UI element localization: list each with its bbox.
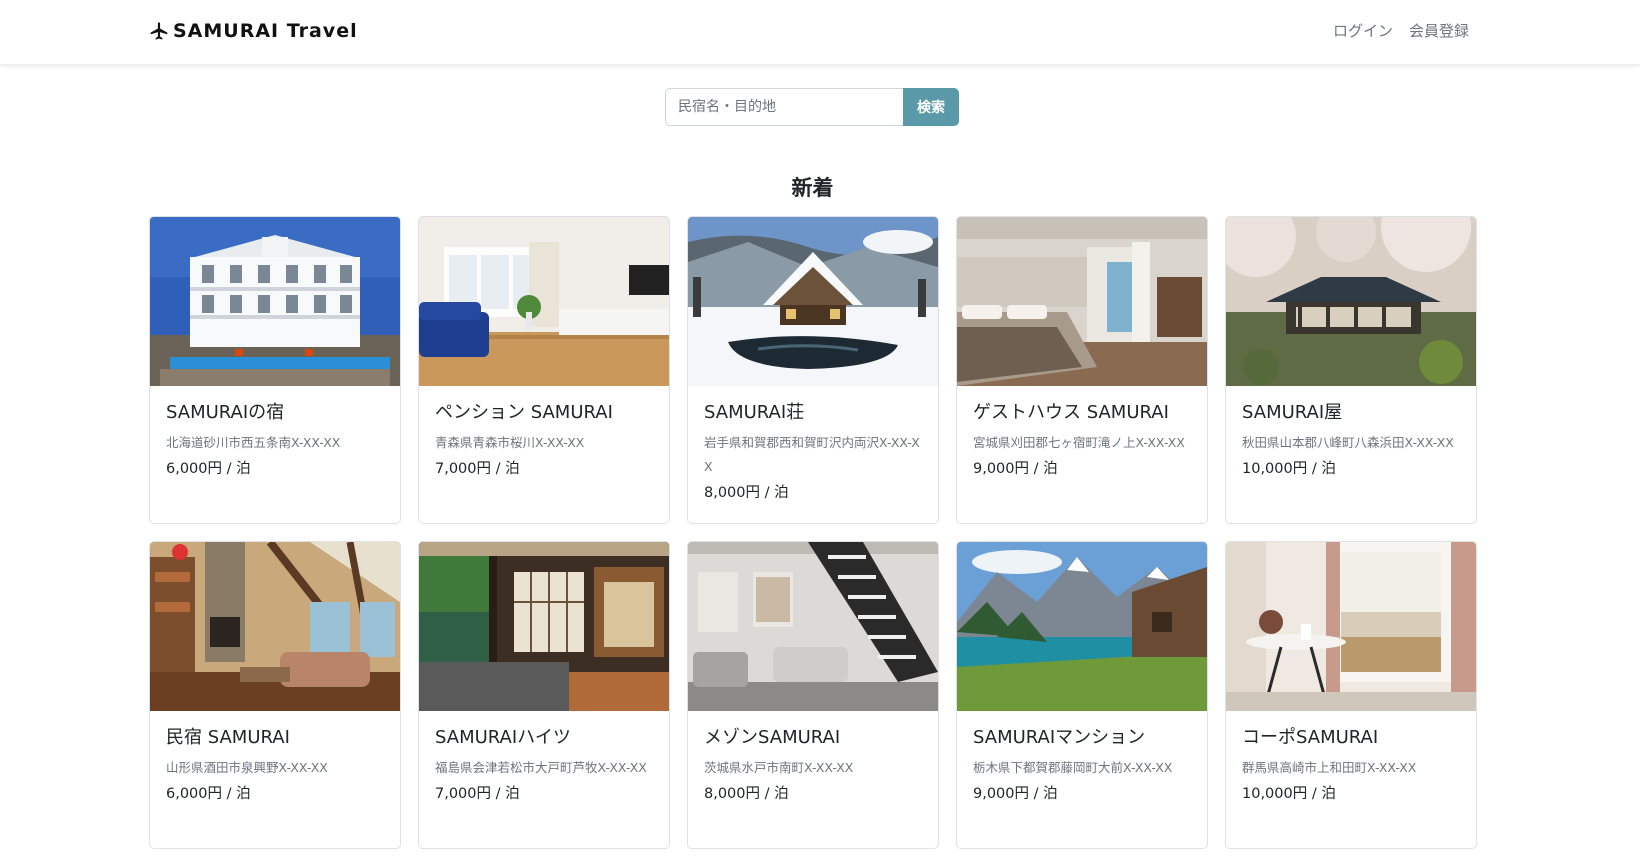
inn-price: 8,000円 / 泊 <box>704 485 789 501</box>
brand-logo[interactable]: SAMURAI Travel <box>149 18 358 44</box>
card-body: SAMURAI屋 秋田県山本郡八峰町八森浜田X-XX-XX 10,000円 / … <box>1226 386 1476 495</box>
inn-name[interactable]: SAMURAI荘 <box>704 400 922 426</box>
inn-name[interactable]: 民宿 SAMURAI <box>166 725 384 751</box>
search-input[interactable] <box>665 88 903 126</box>
inn-name[interactable]: メゾンSAMURAI <box>704 725 922 751</box>
airplane-icon <box>150 22 168 40</box>
inn-photo[interactable] <box>419 542 669 711</box>
inn-name[interactable]: ペンション SAMURAI <box>435 400 653 426</box>
card-body: SAMURAIハイツ 福島県会津若松市大戸町芦牧X-XX-XX 7,000円 /… <box>419 711 669 820</box>
inn-card[interactable]: コーポSAMURAI 群馬県高崎市上和田町X-XX-XX 10,000円 / 泊 <box>1225 541 1477 849</box>
inn-address: 北海道砂川市西五条南X-XX-XX <box>166 435 341 450</box>
inn-card[interactable]: SAMURAIの宿 北海道砂川市西五条南X-XX-XX 6,000円 / 泊 <box>149 216 401 524</box>
inn-photo[interactable] <box>688 217 938 386</box>
inn-name[interactable]: ゲストハウス SAMURAI <box>973 400 1191 426</box>
inn-price: 7,000円 / 泊 <box>435 461 520 477</box>
card-body: コーポSAMURAI 群馬県高崎市上和田町X-XX-XX 10,000円 / 泊 <box>1226 711 1476 820</box>
inn-price: 9,000円 / 泊 <box>973 786 1058 802</box>
inn-address: 栃木県下都賀郡藤岡町大前X-XX-XX <box>973 760 1173 775</box>
inn-photo[interactable] <box>150 217 400 386</box>
nav-links: ログイン 会員登録 <box>1333 20 1469 42</box>
inn-name[interactable]: コーポSAMURAI <box>1242 725 1460 751</box>
search-button[interactable]: 検索 <box>903 88 959 126</box>
inn-price: 8,000円 / 泊 <box>704 786 789 802</box>
inn-photo[interactable] <box>1226 217 1476 386</box>
section-title: 新着 <box>791 176 834 200</box>
navbar: SAMURAI Travel ログイン 会員登録 <box>0 0 1640 65</box>
inn-name[interactable]: SAMURAI屋 <box>1242 400 1460 426</box>
inn-card[interactable]: SAMURAIマンション 栃木県下都賀郡藤岡町大前X-XX-XX 9,000円 … <box>956 541 1208 849</box>
inn-address: 宮城県刈田郡七ヶ宿町滝ノ上X-XX-XX <box>973 435 1185 450</box>
login-link[interactable]: ログイン <box>1333 20 1393 42</box>
card-body: メゾンSAMURAI 茨城県水戸市南町X-XX-XX 8,000円 / 泊 <box>688 711 938 820</box>
inn-price: 10,000円 / 泊 <box>1242 461 1336 477</box>
inn-card[interactable]: 民宿 SAMURAI 山形県酒田市泉興野X-XX-XX 6,000円 / 泊 <box>149 541 401 849</box>
card-body: SAMURAIマンション 栃木県下都賀郡藤岡町大前X-XX-XX 9,000円 … <box>957 711 1207 820</box>
inn-photo[interactable] <box>419 217 669 386</box>
inn-photo[interactable] <box>688 542 938 711</box>
inn-card[interactable]: SAMURAI屋 秋田県山本郡八峰町八森浜田X-XX-XX 10,000円 / … <box>1225 216 1477 524</box>
card-body: 民宿 SAMURAI 山形県酒田市泉興野X-XX-XX 6,000円 / 泊 <box>150 711 400 820</box>
card-body: ゲストハウス SAMURAI 宮城県刈田郡七ヶ宿町滝ノ上X-XX-XX 9,00… <box>957 386 1207 495</box>
inn-price: 9,000円 / 泊 <box>973 461 1058 477</box>
card-body: SAMURAIの宿 北海道砂川市西五条南X-XX-XX 6,000円 / 泊 <box>150 386 400 495</box>
brand-name: SAMURAI Travel <box>173 20 358 42</box>
search-form: 検索 <box>665 88 959 126</box>
inn-photo[interactable] <box>957 542 1207 711</box>
inn-address: 群馬県高崎市上和田町X-XX-XX <box>1242 760 1417 775</box>
inn-name[interactable]: SAMURAIマンション <box>973 725 1191 751</box>
inn-price: 6,000円 / 泊 <box>166 786 251 802</box>
inn-photo[interactable] <box>1226 542 1476 711</box>
inn-card[interactable]: ペンション SAMURAI 青森県青森市桜川X-XX-XX 7,000円 / 泊 <box>418 216 670 524</box>
inn-card[interactable]: メゾンSAMURAI 茨城県水戸市南町X-XX-XX 8,000円 / 泊 <box>687 541 939 849</box>
inn-price: 7,000円 / 泊 <box>435 786 520 802</box>
inn-card[interactable]: SAMURAIハイツ 福島県会津若松市大戸町芦牧X-XX-XX 7,000円 /… <box>418 541 670 849</box>
inn-card[interactable]: ゲストハウス SAMURAI 宮城県刈田郡七ヶ宿町滝ノ上X-XX-XX 9,00… <box>956 216 1208 524</box>
inn-photo[interactable] <box>150 542 400 711</box>
inn-name[interactable]: SAMURAIの宿 <box>166 400 384 426</box>
card-body: SAMURAI荘 岩手県和賀郡西和賀町沢内両沢X-XX-XX 8,000円 / … <box>688 386 938 519</box>
inn-photo[interactable] <box>957 217 1207 386</box>
inn-address: 秋田県山本郡八峰町八森浜田X-XX-XX <box>1242 435 1454 450</box>
inn-price: 6,000円 / 泊 <box>166 461 251 477</box>
inn-name[interactable]: SAMURAIハイツ <box>435 725 653 751</box>
inn-card-grid: SAMURAIの宿 北海道砂川市西五条南X-XX-XX 6,000円 / 泊 ペ… <box>149 216 1477 849</box>
inn-address: 青森県青森市桜川X-XX-XX <box>435 435 585 450</box>
inn-price: 10,000円 / 泊 <box>1242 786 1336 802</box>
inn-address: 山形県酒田市泉興野X-XX-XX <box>166 760 328 775</box>
inn-address: 茨城県水戸市南町X-XX-XX <box>704 760 854 775</box>
register-link[interactable]: 会員登録 <box>1409 20 1469 42</box>
inn-address: 岩手県和賀郡西和賀町沢内両沢X-XX-XX <box>704 435 920 474</box>
inn-address: 福島県会津若松市大戸町芦牧X-XX-XX <box>435 760 647 775</box>
inn-card[interactable]: SAMURAI荘 岩手県和賀郡西和賀町沢内両沢X-XX-XX 8,000円 / … <box>687 216 939 524</box>
card-body: ペンション SAMURAI 青森県青森市桜川X-XX-XX 7,000円 / 泊 <box>419 386 669 495</box>
